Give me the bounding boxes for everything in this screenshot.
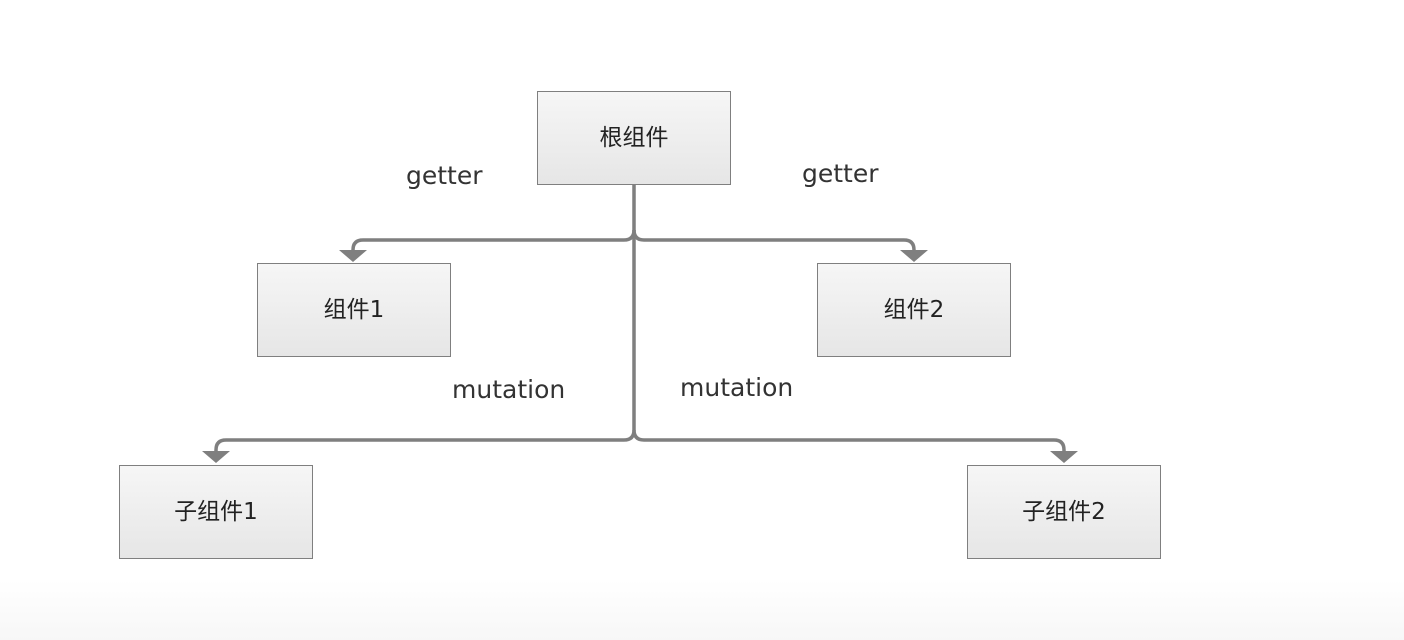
root-component-node[interactable]: 根组件 xyxy=(537,91,731,185)
component1-label: 组件1 xyxy=(323,296,385,323)
mutation-left-label: mutation xyxy=(452,375,566,404)
getter-right-label: getter xyxy=(802,159,879,188)
mutation-right-label: mutation xyxy=(680,373,794,402)
component1-node[interactable]: 组件1 xyxy=(257,263,451,357)
sub-component2-label: 子组件2 xyxy=(1022,498,1106,525)
component2-node[interactable]: 组件2 xyxy=(817,263,1011,357)
connector-to-component2 xyxy=(632,229,916,252)
sub-component1-node[interactable]: 子组件1 xyxy=(119,465,313,559)
arrowhead-sub-component1 xyxy=(202,451,230,463)
arrowhead-component1 xyxy=(339,250,367,262)
root-component-label: 根组件 xyxy=(599,124,669,151)
sub-component1-label: 子组件1 xyxy=(174,498,258,525)
arrowhead-component2 xyxy=(900,250,928,262)
connector-to-sub-component1 xyxy=(214,429,636,452)
arrowhead-sub-component2 xyxy=(1050,451,1078,463)
sub-component2-node[interactable]: 子组件2 xyxy=(967,465,1161,559)
connector-to-component1 xyxy=(351,229,636,252)
getter-left-label: getter xyxy=(406,161,483,190)
diagram-canvas: 根组件 组件1 组件2 子组件1 子组件2 getter getter muta… xyxy=(0,0,1404,640)
connector-to-sub-component2 xyxy=(632,429,1066,452)
component2-label: 组件2 xyxy=(883,296,945,323)
